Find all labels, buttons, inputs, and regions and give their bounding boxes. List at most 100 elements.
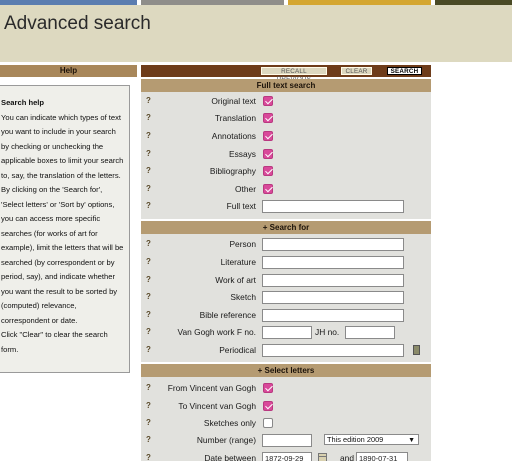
- searchfor-row-workf: ? Van Gogh work F no. JH no.: [141, 324, 431, 341]
- clear-button[interactable]: CLEAR: [341, 67, 372, 75]
- help-question-icon[interactable]: ?: [146, 184, 151, 193]
- selectletters-row-sketches: ? Sketches only: [141, 415, 431, 432]
- essays-checkbox[interactable]: [263, 149, 273, 159]
- date-label: Date between: [204, 453, 256, 461]
- help-question-icon[interactable]: ?: [146, 418, 151, 427]
- jh-label: JH no.: [315, 327, 340, 337]
- help-question-icon[interactable]: ?: [146, 401, 151, 410]
- selectletters-section: ? From Vincent van Gogh ? To Vincent van…: [141, 377, 431, 461]
- fulltext-input[interactable]: [262, 200, 404, 213]
- fulltext-row-original: ? Original text: [141, 93, 431, 110]
- help-panel: Search help You can indicate which types…: [0, 85, 130, 373]
- help-question-icon[interactable]: ?: [146, 275, 151, 284]
- help-question-icon[interactable]: ?: [146, 239, 151, 248]
- calendar-icon[interactable]: [318, 453, 327, 461]
- field-label: Literature: [220, 257, 256, 267]
- date-to-input[interactable]: 1890-07-31: [356, 452, 408, 461]
- from-label: From Vincent van Gogh: [167, 383, 256, 393]
- searchfor-row-bible: ? Bible reference: [141, 307, 431, 324]
- edition-select[interactable]: This edition 2009 ▼: [324, 434, 419, 445]
- fulltext-row-essays: ? Essays: [141, 146, 431, 163]
- help-question-icon[interactable]: ?: [146, 96, 151, 105]
- bibliography-checkbox[interactable]: [263, 166, 273, 176]
- person-input[interactable]: [262, 238, 404, 251]
- search-toolbar: RECALL PREVIOUS CLEAR SEARCH: [141, 65, 431, 83]
- selectletters-section-heading[interactable]: + Select letters: [141, 364, 431, 377]
- help-question-icon[interactable]: ?: [146, 345, 151, 354]
- literature-input[interactable]: [262, 256, 404, 269]
- fulltext-row-other: ? Other: [141, 181, 431, 198]
- edition-value: This edition 2009: [327, 435, 384, 444]
- option-label: Other: [235, 184, 256, 194]
- option-label: Essays: [229, 149, 256, 159]
- fulltext-row-bibliography: ? Bibliography: [141, 163, 431, 180]
- searchfor-section: ? Person ? Literature ? Work of art ? Sk…: [141, 234, 431, 362]
- option-label: Annotations: [211, 131, 256, 141]
- help-heading: Help: [0, 65, 137, 77]
- fulltext-section: ? Original text ? Translation ? Annotati…: [141, 92, 431, 219]
- help-paragraph-3: Click "Clear" to clear the search form.: [1, 330, 108, 354]
- help-question-icon[interactable]: ?: [146, 383, 151, 392]
- jh-input[interactable]: [345, 326, 395, 339]
- search-button[interactable]: SEARCH: [387, 67, 422, 75]
- option-label: Bibliography: [209, 166, 256, 176]
- fulltext-row-annotations: ? Annotations: [141, 128, 431, 145]
- page-header: Advanced search: [0, 5, 512, 62]
- page-title: Advanced search: [4, 13, 151, 34]
- help-question-icon[interactable]: ?: [146, 201, 151, 210]
- sketches-label: Sketches only: [203, 418, 256, 428]
- searchfor-row-sketch: ? Sketch: [141, 289, 431, 306]
- selectletters-row-date: ? Date between 1872-09-29 and 1890-07-31: [141, 450, 431, 461]
- recall-previous-button[interactable]: RECALL PREVIOUS: [261, 67, 327, 83]
- other-checkbox[interactable]: [263, 184, 273, 194]
- searchfor-section-heading[interactable]: + Search for: [141, 221, 431, 234]
- help-question-icon[interactable]: ?: [146, 257, 151, 266]
- workf-label: Van Gogh work F no.: [177, 327, 256, 337]
- field-label: Bible reference: [199, 310, 256, 320]
- help-question-icon[interactable]: ?: [146, 327, 151, 336]
- searchfor-row-person: ? Person: [141, 236, 431, 253]
- selectletters-row-to: ? To Vincent van Gogh: [141, 398, 431, 415]
- field-label: Sketch: [230, 292, 256, 302]
- original-text-checkbox[interactable]: [263, 96, 273, 106]
- sketch-input[interactable]: [262, 291, 404, 304]
- fulltext-section-heading[interactable]: Full text search: [141, 79, 431, 92]
- help-paragraph-2: By clicking on the 'Search for', 'Select…: [1, 185, 124, 325]
- help-question-icon[interactable]: ?: [146, 435, 151, 444]
- searchfor-row-workofart: ? Work of art: [141, 272, 431, 289]
- number-label: Number (range): [196, 435, 256, 445]
- number-range-input[interactable]: [262, 434, 312, 447]
- searchfor-row-periodical: ? Periodical: [141, 342, 431, 359]
- to-vincent-checkbox[interactable]: [263, 401, 273, 411]
- translation-checkbox[interactable]: [263, 113, 273, 123]
- help-question-icon[interactable]: ?: [146, 292, 151, 301]
- document-icon[interactable]: [413, 345, 420, 355]
- workf-input[interactable]: [262, 326, 312, 339]
- periodical-input[interactable]: [262, 344, 404, 357]
- date-from-input[interactable]: 1872-09-29: [262, 452, 312, 461]
- fulltext-row-input: ? Full text: [141, 198, 431, 215]
- work-of-art-input[interactable]: [262, 274, 404, 287]
- chevron-down-icon: ▼: [408, 437, 415, 444]
- selectletters-row-from: ? From Vincent van Gogh: [141, 380, 431, 397]
- selectletters-row-number: ? Number (range) This edition 2009 ▼: [141, 432, 431, 449]
- and-label: and: [340, 453, 354, 461]
- help-question-icon[interactable]: ?: [146, 113, 151, 122]
- help-question-icon[interactable]: ?: [146, 310, 151, 319]
- help-question-icon[interactable]: ?: [146, 149, 151, 158]
- periodical-label: Periodical: [219, 345, 256, 355]
- from-vincent-checkbox[interactable]: [263, 383, 273, 393]
- bible-reference-input[interactable]: [262, 309, 404, 322]
- to-label: To Vincent van Gogh: [178, 401, 256, 411]
- help-paragraph-1: You can indicate which types of text you…: [1, 112, 124, 180]
- option-label: Original text: [211, 96, 256, 106]
- help-question-icon[interactable]: ?: [146, 166, 151, 175]
- help-question-icon[interactable]: ?: [146, 453, 151, 461]
- fulltext-row-translation: ? Translation: [141, 110, 431, 127]
- option-label: Translation: [214, 113, 256, 123]
- help-question-icon[interactable]: ?: [146, 131, 151, 140]
- field-label: Work of art: [215, 275, 256, 285]
- fulltext-label: Full text: [226, 201, 256, 211]
- annotations-checkbox[interactable]: [263, 131, 273, 141]
- sketches-only-checkbox[interactable]: [263, 418, 273, 428]
